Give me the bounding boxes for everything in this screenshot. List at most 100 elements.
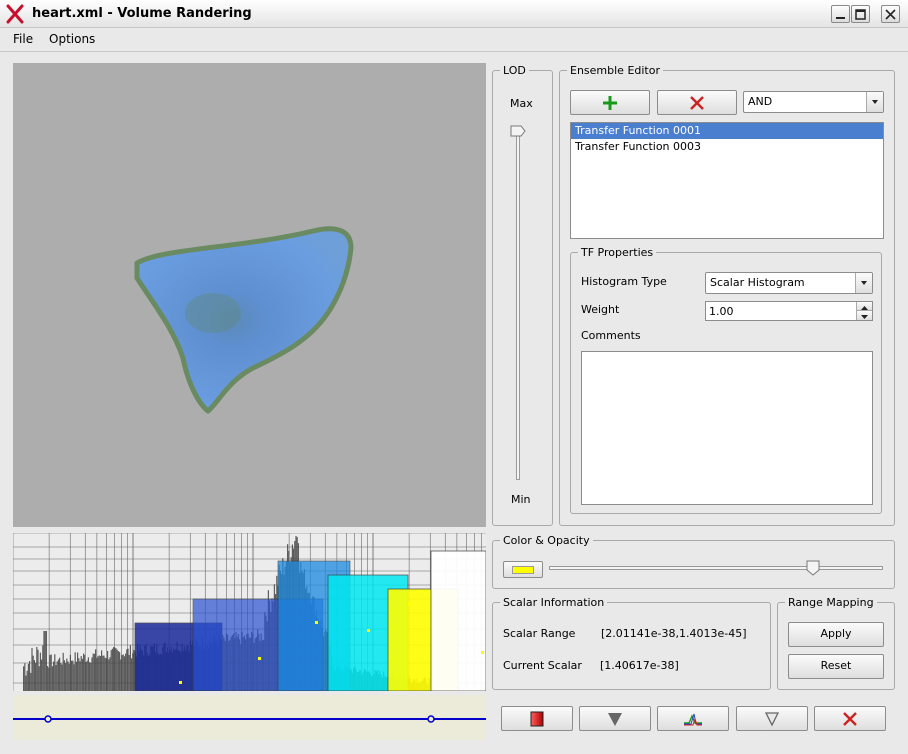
histogram-bin (119, 652, 121, 691)
histogram-bin (31, 647, 33, 691)
histogram-bin (131, 658, 133, 691)
move-down-button[interactable] (579, 706, 651, 731)
histogram-bin (90, 662, 92, 691)
tf-control-point-bar[interactable] (13, 695, 486, 740)
histogram-canvas (13, 533, 486, 691)
tf-color-box (430, 550, 486, 691)
close-icon (885, 9, 896, 20)
reset-button-label: Reset (820, 659, 852, 672)
current-scalar-value: [1.40617e-38] (600, 659, 679, 672)
histogram-bin (85, 662, 87, 691)
histogram-bin (36, 647, 38, 691)
histogram-bin (126, 649, 128, 691)
opacity-slider-handle[interactable] (806, 560, 820, 576)
histogram-bin (72, 660, 74, 691)
histogram-bin (109, 657, 111, 691)
histogram-bin (49, 655, 51, 691)
histogram-bin (33, 660, 35, 691)
spin-down-icon[interactable] (856, 311, 872, 320)
menu-file[interactable]: File (13, 32, 33, 46)
minimize-icon (836, 17, 845, 19)
spin-up-icon[interactable] (856, 302, 872, 311)
tf-control-points (13, 715, 486, 723)
histogram-bin (75, 661, 77, 691)
histogram-bin (68, 663, 70, 691)
menu-options[interactable]: Options (49, 32, 95, 46)
histogram-bin (116, 649, 118, 691)
color-opacity-legend: Color & Opacity (503, 534, 590, 547)
histogram-bin (132, 653, 134, 691)
histogram-bin (107, 650, 109, 691)
curve-tf-button[interactable] (657, 706, 729, 731)
control-point-right[interactable] (427, 715, 435, 723)
transfer-function-histogram[interactable] (13, 533, 486, 691)
histogram-bin (42, 645, 44, 691)
histogram-bin (121, 655, 123, 691)
histogram-bin (59, 657, 61, 691)
histogram-bin (50, 654, 52, 691)
histogram-bin (115, 648, 117, 691)
lod-slider-track[interactable] (516, 130, 520, 480)
apply-button[interactable]: Apply (788, 622, 884, 647)
color-opacity-group: Color & Opacity (492, 534, 895, 589)
triangle-down-outline-icon (764, 712, 780, 727)
comments-label: Comments (581, 329, 641, 342)
histogram-bin (113, 647, 115, 691)
scalar-information-group: Scalar Information (492, 596, 771, 690)
menu-bar: File Options (0, 28, 908, 52)
histogram-bin (127, 648, 129, 691)
histogram-bin (23, 666, 25, 691)
tf-list-item[interactable]: Transfer Function 0003 (571, 139, 883, 155)
volume-render-viewport[interactable] (13, 63, 486, 527)
current-scalar-label: Current Scalar (503, 659, 582, 672)
histogram-bin (89, 662, 91, 691)
lod-slider-handle[interactable] (510, 125, 526, 137)
histogram-bin (57, 659, 59, 691)
histogram-bin (129, 645, 131, 691)
histogram-bin (101, 650, 103, 691)
volume-rendering-image (134, 226, 354, 414)
opacity-slider-track[interactable] (549, 566, 883, 570)
histogram-bin (44, 631, 46, 691)
histogram-bin (110, 650, 112, 691)
histogram-bin (27, 663, 29, 691)
histogram-type-value: Scalar Histogram (710, 276, 805, 289)
delete-button[interactable] (814, 706, 886, 731)
tf-list[interactable]: Transfer Function 0001 Transfer Function… (570, 122, 884, 239)
histogram-bin (55, 664, 57, 691)
ensemble-operator-value: AND (748, 95, 773, 108)
histogram-bin (37, 649, 39, 691)
reset-button[interactable]: Reset (788, 654, 884, 679)
collapse-button[interactable] (736, 706, 808, 731)
histogram-bin (74, 652, 76, 691)
histogram-bin (86, 660, 88, 691)
remove-tf-button[interactable] (657, 90, 737, 115)
tf-list-item[interactable]: Transfer Function 0001 (571, 123, 883, 139)
maximize-button[interactable] (851, 5, 870, 23)
minimize-button[interactable] (831, 5, 850, 23)
ensemble-operator-select[interactable]: AND (743, 91, 884, 113)
weight-spinbox[interactable]: 1.00 (705, 301, 873, 321)
histogram-bin (97, 656, 99, 691)
histogram-bin (25, 675, 27, 691)
comments-textarea[interactable] (581, 351, 873, 505)
histogram-bin (84, 654, 86, 691)
apply-button-label: Apply (820, 627, 852, 640)
color-map-button[interactable] (501, 706, 573, 731)
histogram-bin (102, 655, 104, 691)
scalar-information-legend: Scalar Information (503, 596, 605, 609)
histogram-bin (91, 657, 93, 691)
window-title: heart.xml - Volume Randering (32, 6, 252, 21)
histogram-bin (95, 649, 97, 691)
close-window-button[interactable] (881, 5, 900, 23)
histogram-type-select[interactable]: Scalar Histogram (705, 272, 873, 294)
histogram-bin (123, 656, 125, 691)
histogram-bin (103, 655, 105, 691)
histogram-bin (125, 653, 127, 691)
color-picker-button[interactable] (503, 561, 543, 578)
tf-node (315, 621, 318, 624)
control-point-left[interactable] (44, 715, 52, 723)
color-gradient-icon (530, 711, 544, 727)
histogram-bin (122, 654, 124, 691)
add-tf-button[interactable] (570, 90, 650, 115)
